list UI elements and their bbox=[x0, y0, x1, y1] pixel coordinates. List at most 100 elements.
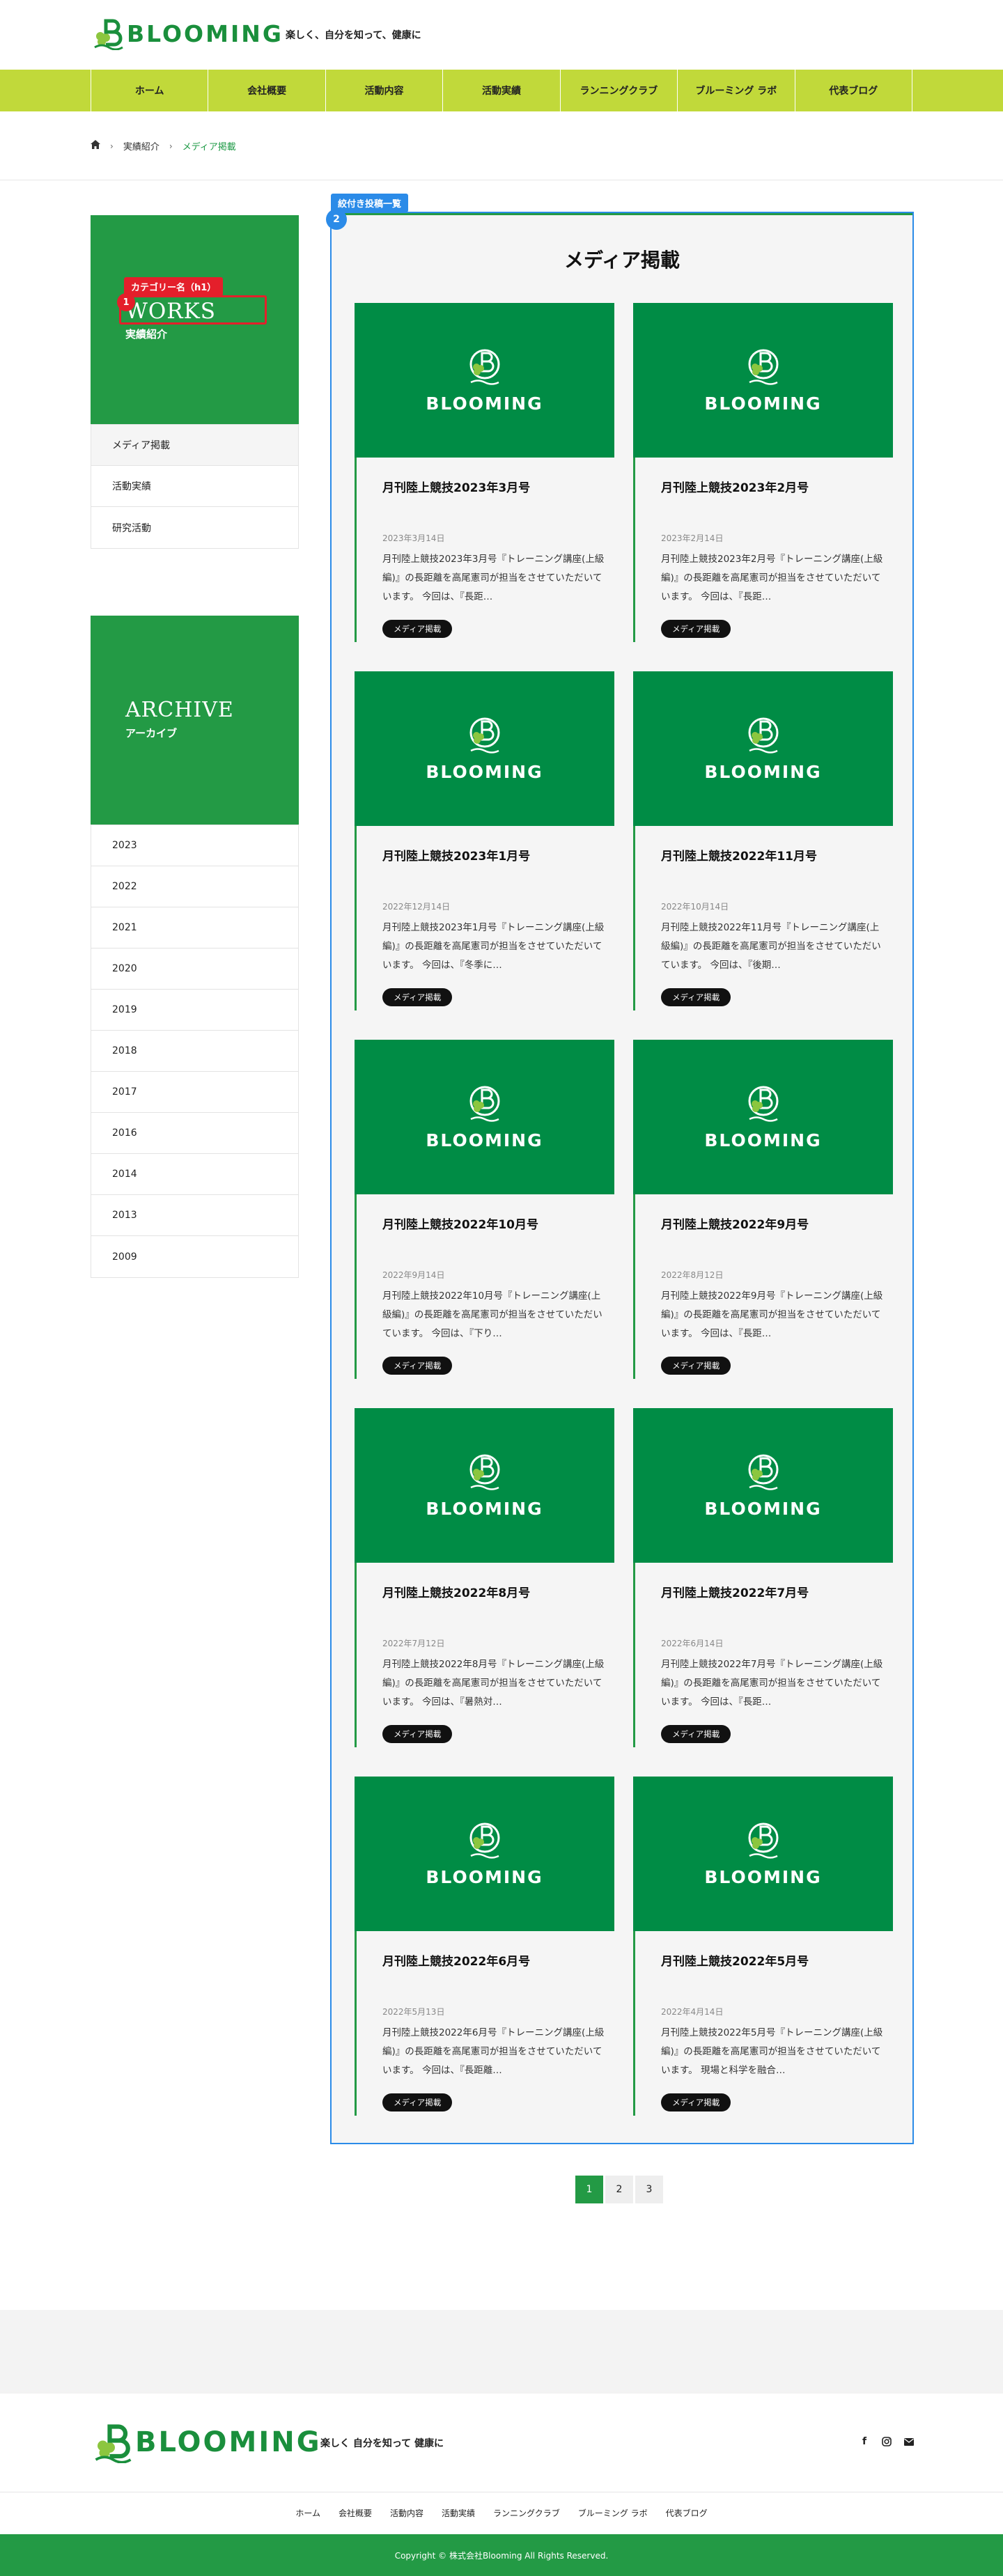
footer-nav-home[interactable]: ホーム bbox=[295, 2507, 320, 2519]
archive-item-2019[interactable]: 2019 bbox=[91, 990, 298, 1031]
post-title[interactable]: 月刊陸上競技2023年2月号 bbox=[661, 478, 809, 495]
page-button-2[interactable]: 2 bbox=[605, 2176, 633, 2203]
thumbnail-logo-text: BLOOMING bbox=[426, 1867, 543, 1887]
nav-item-achievements[interactable]: 活動実績 bbox=[443, 70, 561, 111]
archive-item-2016[interactable]: 2016 bbox=[91, 1113, 298, 1154]
sidebar-item-media[interactable]: メディア掲載 bbox=[91, 425, 298, 466]
footer-nav-running-club[interactable]: ランニングクラブ bbox=[493, 2507, 560, 2519]
site-logo[interactable]: BLOOMING bbox=[91, 17, 283, 51]
post-date: 2022年5月13日 bbox=[382, 2007, 445, 2017]
facebook-icon[interactable]: f bbox=[859, 2435, 870, 2448]
blooming-logo-icon bbox=[467, 713, 503, 756]
archive-item-2013[interactable]: 2013 bbox=[91, 1195, 298, 1236]
post-thumbnail[interactable]: BLOOMING bbox=[633, 303, 893, 458]
post-thumbnail[interactable]: BLOOMING bbox=[355, 1777, 614, 1931]
archive-item-2021[interactable]: 2021 bbox=[91, 907, 298, 949]
archive-item-2018[interactable]: 2018 bbox=[91, 1031, 298, 1072]
nav-item-company[interactable]: 会社概要 bbox=[208, 70, 326, 111]
post-card[interactable]: BLOOMING 月刊陸上競技2023年2月号 2023年2月14日 月刊陸上競技20… bbox=[633, 303, 893, 642]
footer-logo[interactable]: BLOOMING bbox=[91, 2421, 322, 2464]
post-category-badge[interactable]: メディア掲載 bbox=[661, 1357, 731, 1375]
post-title[interactable]: 月刊陸上競技2022年10月号 bbox=[382, 1215, 538, 1232]
archive-item-2020[interactable]: 2020 bbox=[91, 949, 298, 990]
archive-item-2017[interactable]: 2017 bbox=[91, 1072, 298, 1113]
post-thumbnail[interactable]: BLOOMING bbox=[633, 1408, 893, 1563]
post-card[interactable]: BLOOMING 月刊陸上競技2022年9月号 2022年8月12日 月刊陸上競技20… bbox=[633, 1040, 893, 1379]
post-title[interactable]: 月刊陸上競技2022年9月号 bbox=[661, 1215, 809, 1232]
post-card[interactable]: BLOOMING 月刊陸上競技2023年1月号 2022年12月14日 月刊陸上競技2… bbox=[355, 671, 614, 1010]
site-header: BLOOMING 楽しく、自分を知って、健康に bbox=[0, 0, 1003, 70]
post-card[interactable]: BLOOMING 月刊陸上競技2022年8月号 2022年7月12日 月刊陸上競技20… bbox=[355, 1408, 614, 1747]
mail-icon[interactable] bbox=[903, 2435, 915, 2448]
thumbnail-logo-text: BLOOMING bbox=[704, 1499, 822, 1519]
sidebar-item-research[interactable]: 研究活動 bbox=[91, 507, 298, 548]
footer-logo-text: BLOOMING bbox=[135, 2426, 322, 2458]
archive-item-2014[interactable]: 2014 bbox=[91, 1154, 298, 1195]
post-title[interactable]: 月刊陸上競技2022年11月号 bbox=[661, 846, 817, 864]
post-category-badge[interactable]: メディア掲載 bbox=[382, 1357, 453, 1375]
blooming-logo-icon bbox=[745, 345, 782, 388]
annotation-label: カテゴリー名（h1） bbox=[124, 277, 224, 296]
breadcrumb-current: メディア掲載 bbox=[182, 142, 236, 153]
post-card[interactable]: BLOOMING 月刊陸上競技2022年10月号 2022年9月14日 月刊陸上競技2… bbox=[355, 1040, 614, 1379]
archive-item-2009[interactable]: 2009 bbox=[91, 1236, 298, 1277]
footer-nav-achievements[interactable]: 活動実績 bbox=[442, 2507, 475, 2519]
thumbnail-logo-text: BLOOMING bbox=[704, 762, 822, 782]
post-card[interactable]: BLOOMING 月刊陸上競技2022年6月号 2022年5月13日 月刊陸上競技20… bbox=[355, 1777, 614, 2116]
global-nav: ホーム 会社概要 活動内容 活動実績 ランニングクラブ ブルーミング ラボ 代表… bbox=[0, 70, 1003, 111]
post-card[interactable]: BLOOMING 月刊陸上競技2022年7月号 2022年6月14日 月刊陸上競技20… bbox=[633, 1408, 893, 1747]
post-excerpt: 月刊陸上競技2022年11月号『トレーニング講座(上級編)』の長距離を高尾憲司が… bbox=[661, 922, 881, 971]
annotation-number-badge: 1 bbox=[117, 293, 135, 311]
post-title[interactable]: 月刊陸上競技2023年1月号 bbox=[382, 846, 530, 864]
post-category-badge[interactable]: メディア掲載 bbox=[382, 988, 453, 1006]
post-thumbnail[interactable]: BLOOMING bbox=[633, 671, 893, 826]
page-button-1[interactable]: 1 bbox=[575, 2176, 603, 2203]
post-title[interactable]: 月刊陸上競技2023年3月号 bbox=[382, 478, 530, 495]
footer-nav-blooming-lab[interactable]: ブルーミング ラボ bbox=[578, 2507, 648, 2519]
sidebar-item-activities[interactable]: 活動実績 bbox=[91, 466, 298, 507]
post-category-badge[interactable]: メディア掲載 bbox=[661, 988, 731, 1006]
post-category-badge[interactable]: メディア掲載 bbox=[661, 620, 731, 638]
post-title[interactable]: 月刊陸上競技2022年6月号 bbox=[382, 1951, 530, 1969]
post-thumbnail[interactable]: BLOOMING bbox=[355, 1040, 614, 1194]
post-title[interactable]: 月刊陸上競技2022年5月号 bbox=[661, 1951, 809, 1969]
post-category-badge[interactable]: メディア掲載 bbox=[382, 2093, 453, 2111]
social-links: f bbox=[859, 2435, 915, 2448]
archive-item-2022[interactable]: 2022 bbox=[91, 866, 298, 907]
post-excerpt: 月刊陸上競技2022年10月号『トレーニング講座(上級編)』の長距離を高尾憲司が… bbox=[382, 1290, 602, 1339]
nav-item-blog[interactable]: 代表ブログ bbox=[795, 70, 912, 111]
post-category-badge[interactable]: メディア掲載 bbox=[661, 2093, 731, 2111]
post-category-badge[interactable]: メディア掲載 bbox=[382, 1725, 453, 1743]
post-thumbnail[interactable]: BLOOMING bbox=[633, 1040, 893, 1194]
post-title[interactable]: 月刊陸上競技2022年7月号 bbox=[661, 1583, 809, 1600]
post-thumbnail[interactable]: BLOOMING bbox=[355, 303, 614, 458]
post-category-badge[interactable]: メディア掲載 bbox=[661, 1725, 731, 1743]
nav-item-home[interactable]: ホーム bbox=[91, 70, 209, 111]
annotation-label: 絞付き投稿一覧 bbox=[331, 194, 409, 212]
page-button-3[interactable]: 3 bbox=[635, 2176, 663, 2203]
footer-nav-activities[interactable]: 活動内容 bbox=[390, 2507, 423, 2519]
nav-item-activities[interactable]: 活動内容 bbox=[326, 70, 444, 111]
breadcrumb-parent[interactable]: 実績紹介 bbox=[123, 139, 160, 153]
post-card[interactable]: BLOOMING 月刊陸上競技2022年11月号 2022年10月14日 月刊陸上競技… bbox=[633, 671, 893, 1010]
thumbnail-logo-text: BLOOMING bbox=[704, 393, 822, 414]
footer-nav-blog[interactable]: 代表ブログ bbox=[666, 2507, 708, 2519]
post-card[interactable]: BLOOMING 月刊陸上競技2022年5月号 2022年4月14日 月刊陸上競技20… bbox=[633, 1777, 893, 2116]
post-category-badge[interactable]: メディア掲載 bbox=[382, 620, 453, 638]
post-thumbnail[interactable]: BLOOMING bbox=[633, 1777, 893, 1931]
pagination: 1 2 3 bbox=[575, 2176, 663, 2203]
nav-item-running-club[interactable]: ランニングクラブ bbox=[561, 70, 678, 111]
post-date: 2022年12月14日 bbox=[382, 902, 451, 912]
post-excerpt: 月刊陸上競技2023年2月号『トレーニング講座(上級編)』の長距離を高尾憲司が担… bbox=[661, 554, 883, 602]
post-thumbnail[interactable]: BLOOMING bbox=[355, 671, 614, 826]
post-card[interactable]: BLOOMING 月刊陸上競技2023年3月号 2023年3月14日 月刊陸上競技20… bbox=[355, 303, 614, 642]
nav-item-blooming-lab[interactable]: ブルーミング ラボ bbox=[678, 70, 795, 111]
archive-item-2023[interactable]: 2023 bbox=[91, 825, 298, 866]
divider bbox=[332, 213, 912, 215]
footer-nav-company[interactable]: 会社概要 bbox=[339, 2507, 372, 2519]
blooming-logo-icon bbox=[745, 713, 782, 756]
instagram-icon[interactable] bbox=[881, 2435, 892, 2448]
home-icon[interactable] bbox=[91, 140, 100, 152]
post-title[interactable]: 月刊陸上競技2022年8月号 bbox=[382, 1583, 530, 1600]
post-thumbnail[interactable]: BLOOMING bbox=[355, 1408, 614, 1563]
